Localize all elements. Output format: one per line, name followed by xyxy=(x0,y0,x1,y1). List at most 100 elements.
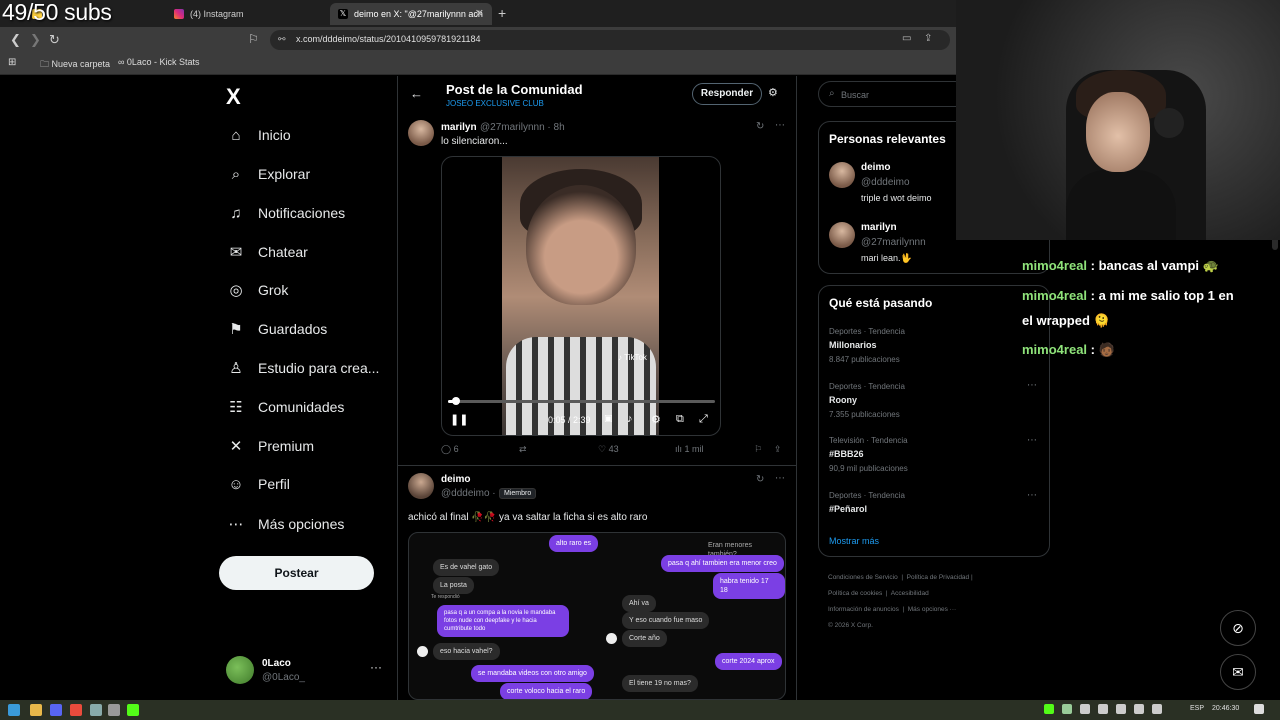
chat-bubble: El tiene 19 no mas? xyxy=(622,675,698,692)
kick-icon[interactable] xyxy=(127,704,139,716)
reply-action[interactable]: ◯ 6 xyxy=(441,444,459,455)
file-explorer-icon[interactable] xyxy=(30,704,42,716)
post-button[interactable]: Postear xyxy=(219,556,374,590)
sidebar-item-chatear[interactable]: ✉ Chatear xyxy=(226,239,308,265)
avatar[interactable] xyxy=(408,120,434,146)
browser-tab-instagram[interactable]: (4) Instagram xyxy=(166,3,326,25)
sidebar-item-mas-opciones[interactable]: ⋯ Más opciones xyxy=(226,511,345,537)
language-indicator[interactable]: ESP xyxy=(1190,705,1204,712)
sidebar-item-comunidades[interactable]: ☷ Comunidades xyxy=(226,394,344,420)
trend-name[interactable]: Millonarios xyxy=(829,340,877,350)
show-more-link[interactable]: Mostrar más xyxy=(829,536,879,546)
reply-button[interactable]: Responder xyxy=(692,83,762,105)
notifications-icon[interactable] xyxy=(1254,704,1264,714)
trend-name[interactable]: #Peñarol xyxy=(829,504,867,514)
person-name[interactable]: marilyn xyxy=(861,222,897,233)
sidebar-item-inicio[interactable]: ⌂ Inicio xyxy=(226,122,290,148)
reload-icon[interactable]: ↻ xyxy=(49,32,60,48)
avatar[interactable] xyxy=(408,473,434,499)
back-arrow-icon[interactable]: ❮ xyxy=(10,32,21,48)
bookmark-icon[interactable]: ⚐ xyxy=(248,32,259,46)
footer-link[interactable]: Información de anuncios xyxy=(828,606,899,613)
chat-text: : bancas al vampi 🐢 xyxy=(1087,258,1219,273)
app-icon[interactable] xyxy=(108,704,120,716)
sidebar-item-explorar[interactable]: ⌕ Explorar xyxy=(226,161,310,187)
bookmark-post-icon[interactable]: ⚐ xyxy=(754,444,762,455)
video-scrubber-handle[interactable] xyxy=(452,397,460,405)
footer-link[interactable]: Política de Privacidad xyxy=(907,574,970,581)
close-tab-icon[interactable]: ✕ xyxy=(475,3,484,25)
share-icon[interactable]: ⇪ xyxy=(774,444,782,455)
discord-icon[interactable] xyxy=(50,704,62,716)
messages-float-button[interactable]: ✉ xyxy=(1220,654,1256,690)
browser-tab-x[interactable]: 𝕏 deimo en X: "@27marilynnn ach ✕ xyxy=(330,3,492,25)
more-options-icon[interactable]: ⋯ xyxy=(775,120,785,131)
footer-link[interactable]: Accesibilidad xyxy=(891,590,929,597)
tray-icon[interactable] xyxy=(1152,704,1162,714)
grok-icon[interactable]: ↻ xyxy=(756,121,764,132)
captions-icon[interactable]: ▣ xyxy=(604,413,613,424)
sidebar-item-notificaciones[interactable]: ♫ Notificaciones xyxy=(226,200,345,226)
trend-more-icon[interactable]: ⋯ xyxy=(1027,380,1037,391)
url-field[interactable]: ⚯ x.com/dddeimo/status/20104109597819211… xyxy=(270,30,950,50)
tray-icon[interactable] xyxy=(1134,704,1144,714)
filter-icon[interactable]: ⚙ xyxy=(768,86,778,99)
sidebar-item-estudio[interactable]: ♙ Estudio para crea... xyxy=(226,355,379,381)
tray-icon[interactable] xyxy=(1098,704,1108,714)
sidebar-item-grok[interactable]: ◎ Grok xyxy=(226,277,288,303)
repost-action[interactable]: ⇄ xyxy=(519,444,527,455)
more-options-icon[interactable]: ··· xyxy=(370,660,382,674)
picture-in-picture-icon[interactable]: ⧉ xyxy=(676,413,684,426)
tray-icon[interactable] xyxy=(1116,704,1126,714)
back-arrow-icon[interactable]: ← xyxy=(410,86,423,101)
person-name[interactable]: deimo xyxy=(861,162,890,173)
grok-float-button[interactable]: ⊘ xyxy=(1220,610,1256,646)
trend-more-icon[interactable]: ⋯ xyxy=(1027,435,1037,446)
sidebar-item-guardados[interactable]: ⚑ Guardados xyxy=(226,316,327,342)
settings-gear-icon[interactable]: ⚙ xyxy=(651,413,661,426)
footer-link[interactable]: Condiciones de Servicio xyxy=(828,574,898,581)
sidebar-item-premium[interactable]: ✕ Premium xyxy=(226,433,314,459)
tray-icon[interactable] xyxy=(1062,704,1072,714)
tray-icon[interactable] xyxy=(1044,704,1054,714)
chat-message: mimo4real : 🧑🏾 xyxy=(1022,342,1115,358)
new-tab-button[interactable]: + xyxy=(498,5,506,21)
bookmark-folder[interactable]: 🗀 Nueva carpeta xyxy=(40,57,110,73)
more-options-icon[interactable]: ⋯ xyxy=(775,473,785,484)
x-logo-icon[interactable]: X xyxy=(226,84,241,110)
app-icon[interactable] xyxy=(70,704,82,716)
forward-arrow-icon[interactable]: ❯ xyxy=(30,32,41,48)
avatar[interactable] xyxy=(829,222,855,248)
share-icon[interactable]: ⇪ xyxy=(924,33,932,44)
post-author-name[interactable]: marilyn xyxy=(441,122,477,133)
bookmark-kick-stats[interactable]: ∞ 0Laco - Kick Stats xyxy=(118,57,199,67)
clock[interactable]: 20:46:30 xyxy=(1212,705,1239,712)
tray-icon[interactable] xyxy=(1080,704,1090,714)
video-player[interactable]: ♪ TikTok ❚❚ 0:05 / 2:39 ▣ ♪ ⚙ ⧉ ⤢ xyxy=(441,156,721,436)
volume-icon[interactable]: ♪ xyxy=(627,413,633,425)
trend-name[interactable]: Roony xyxy=(829,395,857,405)
sidebar-item-perfil[interactable]: ☺ Perfil xyxy=(226,471,290,497)
views-action[interactable]: ılı 1 mil xyxy=(675,444,704,454)
like-count: 43 xyxy=(608,444,619,454)
footer-link[interactable]: Más opciones ··· xyxy=(908,606,956,613)
footer-link[interactable]: Política de cookies xyxy=(828,590,882,597)
post-author-name[interactable]: deimo xyxy=(441,474,470,485)
account-switcher[interactable]: 0Laco @0Laco_ ··· xyxy=(226,656,386,690)
search-input[interactable]: ⌕ Buscar xyxy=(818,81,968,107)
pause-icon[interactable]: ❚❚ xyxy=(450,413,468,426)
start-icon[interactable] xyxy=(8,704,20,716)
cast-icon[interactable]: ▭ xyxy=(902,33,911,44)
trend-more-icon[interactable]: ⋯ xyxy=(1027,490,1037,501)
app-icon[interactable] xyxy=(90,704,102,716)
apps-grid-icon[interactable]: ⊞ xyxy=(8,57,16,68)
site-info-icon[interactable]: ⚯ xyxy=(278,34,286,45)
chat-screenshot-image[interactable]: alto raro es Eran menores también? Es de… xyxy=(408,532,786,700)
community-link[interactable]: JOSEO EXCLUSIVE CLUB xyxy=(446,99,544,108)
trend-name[interactable]: #BBB26 xyxy=(829,449,864,459)
avatar[interactable] xyxy=(829,162,855,188)
like-action[interactable]: ♡ 43 xyxy=(598,444,619,455)
fullscreen-icon[interactable]: ⤢ xyxy=(699,413,708,426)
video-progress-bar[interactable] xyxy=(448,397,715,405)
grok-icon[interactable]: ↻ xyxy=(756,474,764,485)
